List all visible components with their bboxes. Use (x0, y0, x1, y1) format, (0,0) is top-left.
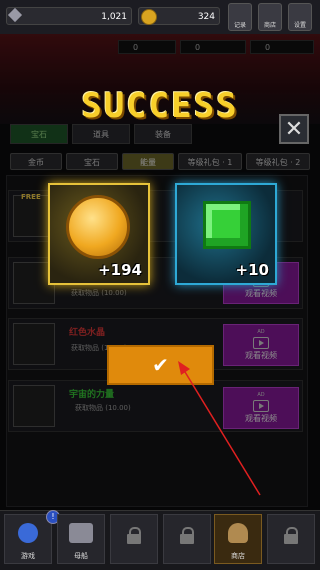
shop-top-label: 商店 (263, 22, 276, 29)
checkmark-icon: ✔ (152, 353, 169, 377)
coin-count: 324 (197, 12, 215, 22)
reward-amount: +10 (235, 261, 269, 279)
settings-label: 设置 (293, 22, 306, 29)
lock-icon (127, 527, 141, 544)
success-title: SUCCESS (81, 86, 239, 126)
shop-top-button[interactable]: 商店 (258, 3, 282, 31)
lock-icon (180, 527, 194, 544)
gold-coin-icon (66, 195, 130, 259)
money-bag-icon (228, 523, 248, 543)
annotation-arrow (178, 361, 261, 496)
game-icon (18, 523, 38, 543)
green-gem-icon (203, 201, 251, 249)
close-icon: ✕ (284, 117, 304, 142)
nav-shop[interactable]: 商店 (214, 514, 262, 564)
nav-game-label: 游戏 (21, 552, 35, 560)
close-button[interactable]: ✕ (279, 114, 309, 144)
nav-locked-3[interactable] (110, 514, 158, 564)
nav-shop-label: 商店 (231, 552, 245, 560)
nav-mothership-label: 母船 (74, 552, 88, 560)
coin-icon (141, 9, 157, 25)
reward-card-coins: +194 (48, 183, 150, 285)
nav-game[interactable]: 游戏 (4, 514, 52, 564)
nav-mothership[interactable]: 母船 (57, 514, 105, 564)
nav-locked-4[interactable] (163, 514, 211, 564)
records-button[interactable]: 记录 (228, 3, 252, 31)
reward-amount: +194 (98, 261, 142, 279)
reward-card-gems: +10 (175, 183, 277, 285)
crystal-count: 1,021 (101, 12, 127, 22)
lock-icon (284, 527, 298, 544)
nav-locked-6[interactable] (267, 514, 315, 564)
records-label: 记录 (233, 22, 246, 29)
settings-button[interactable]: 设置 (288, 3, 312, 31)
crystal-counter: 1,021 (6, 7, 132, 25)
mothership-icon (69, 523, 93, 543)
